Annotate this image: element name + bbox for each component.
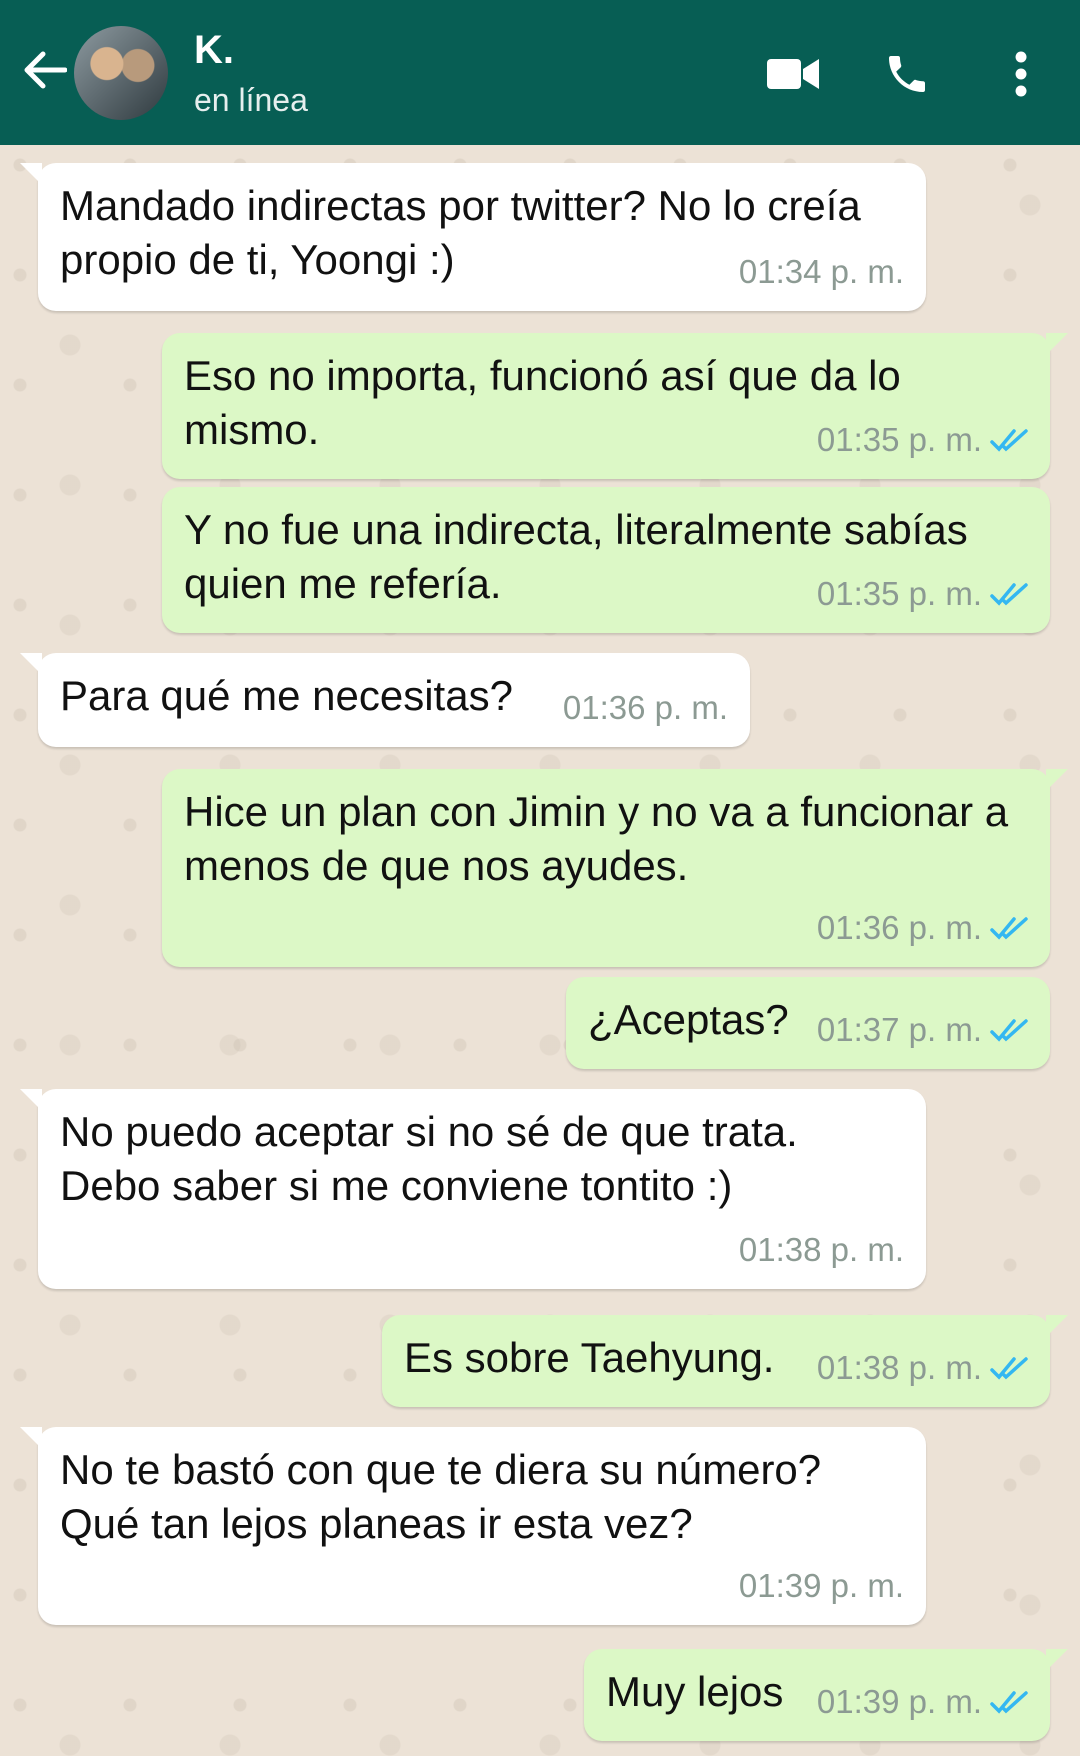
message-list[interactable]: Mandado indirectas por twitter? No lo cr… bbox=[0, 145, 1080, 1756]
message-incoming[interactable]: No puedo aceptar si no sé de que trata. … bbox=[20, 1089, 926, 1289]
message-outgoing[interactable]: Muy lejos 01:39 p. m. bbox=[584, 1649, 1068, 1741]
message-outgoing[interactable]: Y no fue una indirecta, literalmente sab… bbox=[162, 487, 1050, 633]
video-call-button[interactable] bbox=[766, 44, 820, 104]
double-check-read-icon bbox=[990, 917, 1028, 940]
message-meta: 01:38 p. m. bbox=[817, 1341, 1030, 1395]
double-check-read-icon bbox=[990, 1691, 1028, 1714]
phone-icon bbox=[889, 56, 925, 92]
message-time: 01:37 p. m. bbox=[816, 1011, 982, 1048]
message-time: 01:36 p. m. bbox=[816, 909, 982, 946]
message-meta: 01:36 p. m. bbox=[817, 901, 1030, 955]
voice-call-button[interactable] bbox=[880, 44, 934, 104]
message-text: No puedo aceptar si no sé de que trata. … bbox=[60, 1108, 798, 1209]
message-meta: 01:35 p. m. bbox=[817, 567, 1030, 621]
message-meta: 01:39 p. m. bbox=[817, 1675, 1030, 1729]
message-time: 01:35 p. m. bbox=[816, 575, 982, 612]
message-time: 01:38 p. m. bbox=[738, 1231, 904, 1268]
message-meta: 01:38 p. m. bbox=[739, 1223, 904, 1277]
message-time: 01:35 p. m. bbox=[816, 421, 982, 458]
message-outgoing[interactable]: Eso no importa, funcionó así que da lo m… bbox=[162, 333, 1068, 479]
message-time: 01:38 p. m. bbox=[816, 1349, 982, 1386]
message-incoming[interactable]: Mandado indirectas por twitter? No lo cr… bbox=[20, 163, 926, 311]
message-meta: 01:34 p. m. bbox=[739, 245, 904, 299]
message-time: 01:34 p. m. bbox=[738, 253, 904, 290]
double-check-read-icon bbox=[990, 1357, 1028, 1380]
chat-header: K. en línea bbox=[0, 0, 1080, 145]
contact-avatar[interactable] bbox=[74, 26, 168, 120]
message-text: Hice un plan con Jimin y no va a funcion… bbox=[184, 788, 1009, 889]
double-check-read-icon bbox=[990, 1019, 1028, 1042]
message-meta: 01:39 p. m. bbox=[739, 1559, 904, 1613]
message-time: 01:36 p. m. bbox=[562, 689, 728, 726]
message-text: No te bastó con que te diera su número? … bbox=[60, 1446, 822, 1547]
message-meta: 01:35 p. m. bbox=[817, 413, 1030, 467]
double-check-read-icon bbox=[990, 429, 1028, 452]
double-check-read-icon bbox=[990, 583, 1028, 606]
arrow-left-icon bbox=[24, 51, 67, 89]
more-vertical-icon bbox=[1015, 51, 1027, 97]
message-incoming[interactable]: No te bastó con que te diera su número? … bbox=[20, 1427, 926, 1625]
back-button[interactable] bbox=[20, 40, 70, 100]
message-meta: 01:36 p. m. bbox=[563, 681, 728, 735]
more-options-button[interactable] bbox=[1006, 44, 1036, 104]
message-time: 01:39 p. m. bbox=[738, 1567, 904, 1604]
message-outgoing[interactable]: Hice un plan con Jimin y no va a funcion… bbox=[162, 769, 1068, 967]
message-time: 01:39 p. m. bbox=[816, 1683, 982, 1720]
message-incoming[interactable]: Para qué me necesitas? 01:36 p. m. bbox=[20, 653, 750, 747]
message-meta: 01:37 p. m. bbox=[817, 1003, 1030, 1057]
contact-status: en línea bbox=[194, 82, 308, 118]
video-camera-icon bbox=[767, 59, 819, 89]
contact-name[interactable]: K. bbox=[194, 28, 234, 73]
message-outgoing[interactable]: ¿Aceptas? 01:37 p. m. bbox=[566, 977, 1050, 1069]
message-outgoing[interactable]: Es sobre Taehyung. 01:38 p. m. bbox=[382, 1315, 1068, 1407]
